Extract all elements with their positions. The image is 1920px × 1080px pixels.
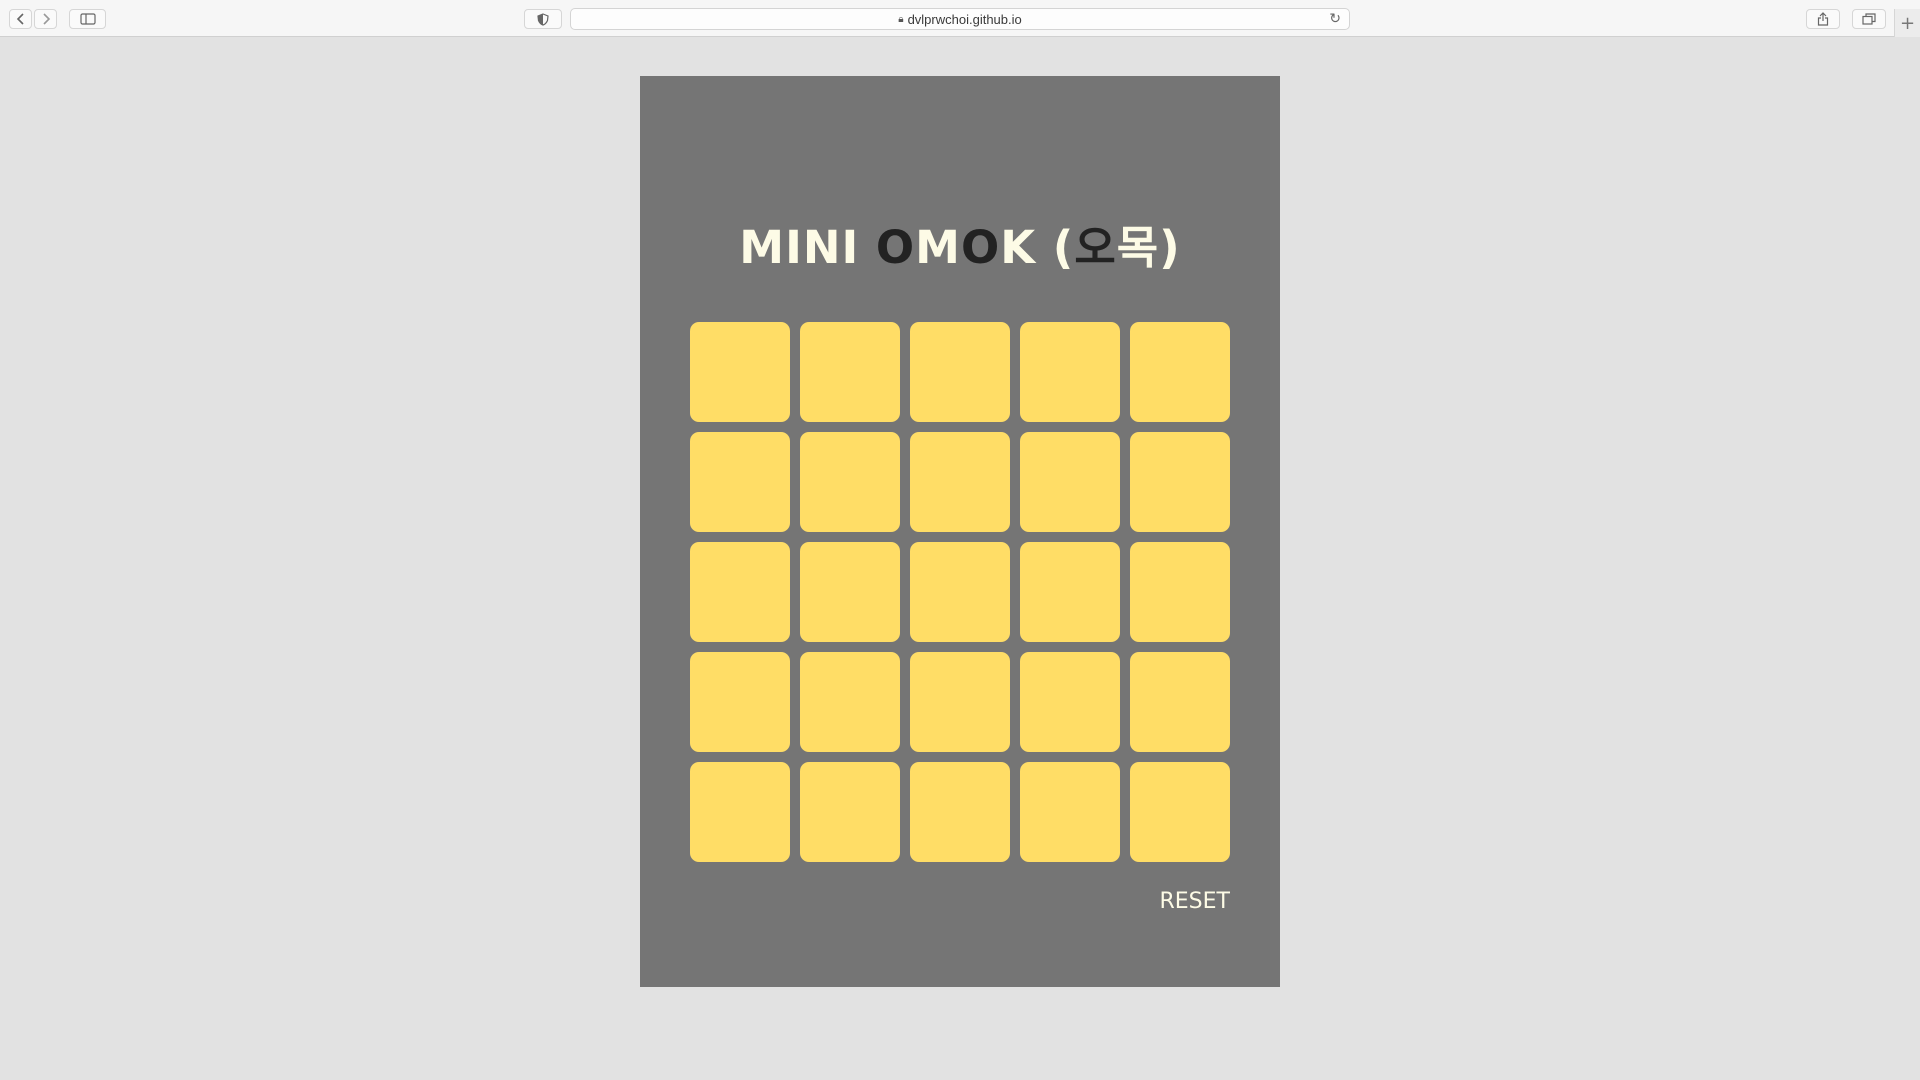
board-cell[interactable] bbox=[910, 762, 1010, 862]
share-icon bbox=[1817, 12, 1829, 26]
shield-icon bbox=[537, 12, 549, 26]
board-cell[interactable] bbox=[800, 432, 900, 532]
chevron-right-icon bbox=[42, 13, 50, 25]
title-part: 목) bbox=[1116, 221, 1181, 274]
back-button[interactable] bbox=[9, 9, 32, 29]
board-cell[interactable] bbox=[800, 762, 900, 862]
plus-icon: + bbox=[1899, 12, 1916, 34]
share-button[interactable] bbox=[1806, 9, 1840, 29]
new-tab-button[interactable]: + bbox=[1894, 9, 1920, 37]
title-part: 오 bbox=[1074, 221, 1117, 274]
board-cell[interactable] bbox=[690, 322, 790, 422]
board-cell[interactable] bbox=[1130, 542, 1230, 642]
board-cell[interactable] bbox=[690, 542, 790, 642]
game-panel: MINI OMOK (오목) RESET bbox=[640, 76, 1280, 987]
board-cell[interactable] bbox=[800, 652, 900, 752]
board-cell[interactable] bbox=[1130, 762, 1230, 862]
board-cell[interactable] bbox=[690, 432, 790, 532]
game-title: MINI OMOK (오목) bbox=[640, 218, 1280, 278]
chevron-left-icon bbox=[16, 13, 24, 25]
board-cell[interactable] bbox=[1020, 542, 1120, 642]
url-text: dvlprwchoi.github.io bbox=[907, 11, 1022, 27]
board-cell[interactable] bbox=[800, 322, 900, 422]
tab-overview-button[interactable] bbox=[1852, 9, 1886, 29]
address-bar[interactable]: 🔒︎ dvlprwchoi.github.io ↻ bbox=[570, 8, 1350, 30]
board-cell[interactable] bbox=[1020, 432, 1120, 532]
title-part: M bbox=[915, 221, 961, 274]
board-cell[interactable] bbox=[800, 542, 900, 642]
title-part: O bbox=[875, 221, 916, 274]
board-cell[interactable] bbox=[910, 322, 1010, 422]
board-cell[interactable] bbox=[1020, 762, 1120, 862]
browser-toolbar: 🔒︎ dvlprwchoi.github.io ↻ + bbox=[0, 0, 1920, 37]
board-cell[interactable] bbox=[1130, 432, 1230, 532]
title-part: K ( bbox=[1000, 221, 1075, 274]
forward-button[interactable] bbox=[34, 9, 57, 29]
board-cell[interactable] bbox=[690, 652, 790, 752]
privacy-report-button[interactable] bbox=[524, 9, 562, 29]
board-cell[interactable] bbox=[1020, 652, 1120, 752]
sidebar-button[interactable] bbox=[69, 9, 106, 29]
board-cell[interactable] bbox=[1130, 322, 1230, 422]
reset-button[interactable]: RESET bbox=[1160, 888, 1231, 916]
board-cell[interactable] bbox=[910, 432, 1010, 532]
lock-icon: 🔒︎ bbox=[898, 13, 904, 25]
board-cell[interactable] bbox=[690, 762, 790, 862]
tabs-overview-icon bbox=[1862, 13, 1876, 25]
board-cell[interactable] bbox=[1130, 652, 1230, 752]
board-cell[interactable] bbox=[1020, 322, 1120, 422]
title-part: MINI bbox=[739, 221, 876, 274]
title-part: O bbox=[960, 221, 1001, 274]
board-cell[interactable] bbox=[910, 542, 1010, 642]
sidebar-icon bbox=[79, 13, 96, 25]
game-board bbox=[690, 322, 1230, 862]
board-cell[interactable] bbox=[910, 652, 1010, 752]
reload-icon[interactable]: ↻ bbox=[1329, 10, 1341, 27]
